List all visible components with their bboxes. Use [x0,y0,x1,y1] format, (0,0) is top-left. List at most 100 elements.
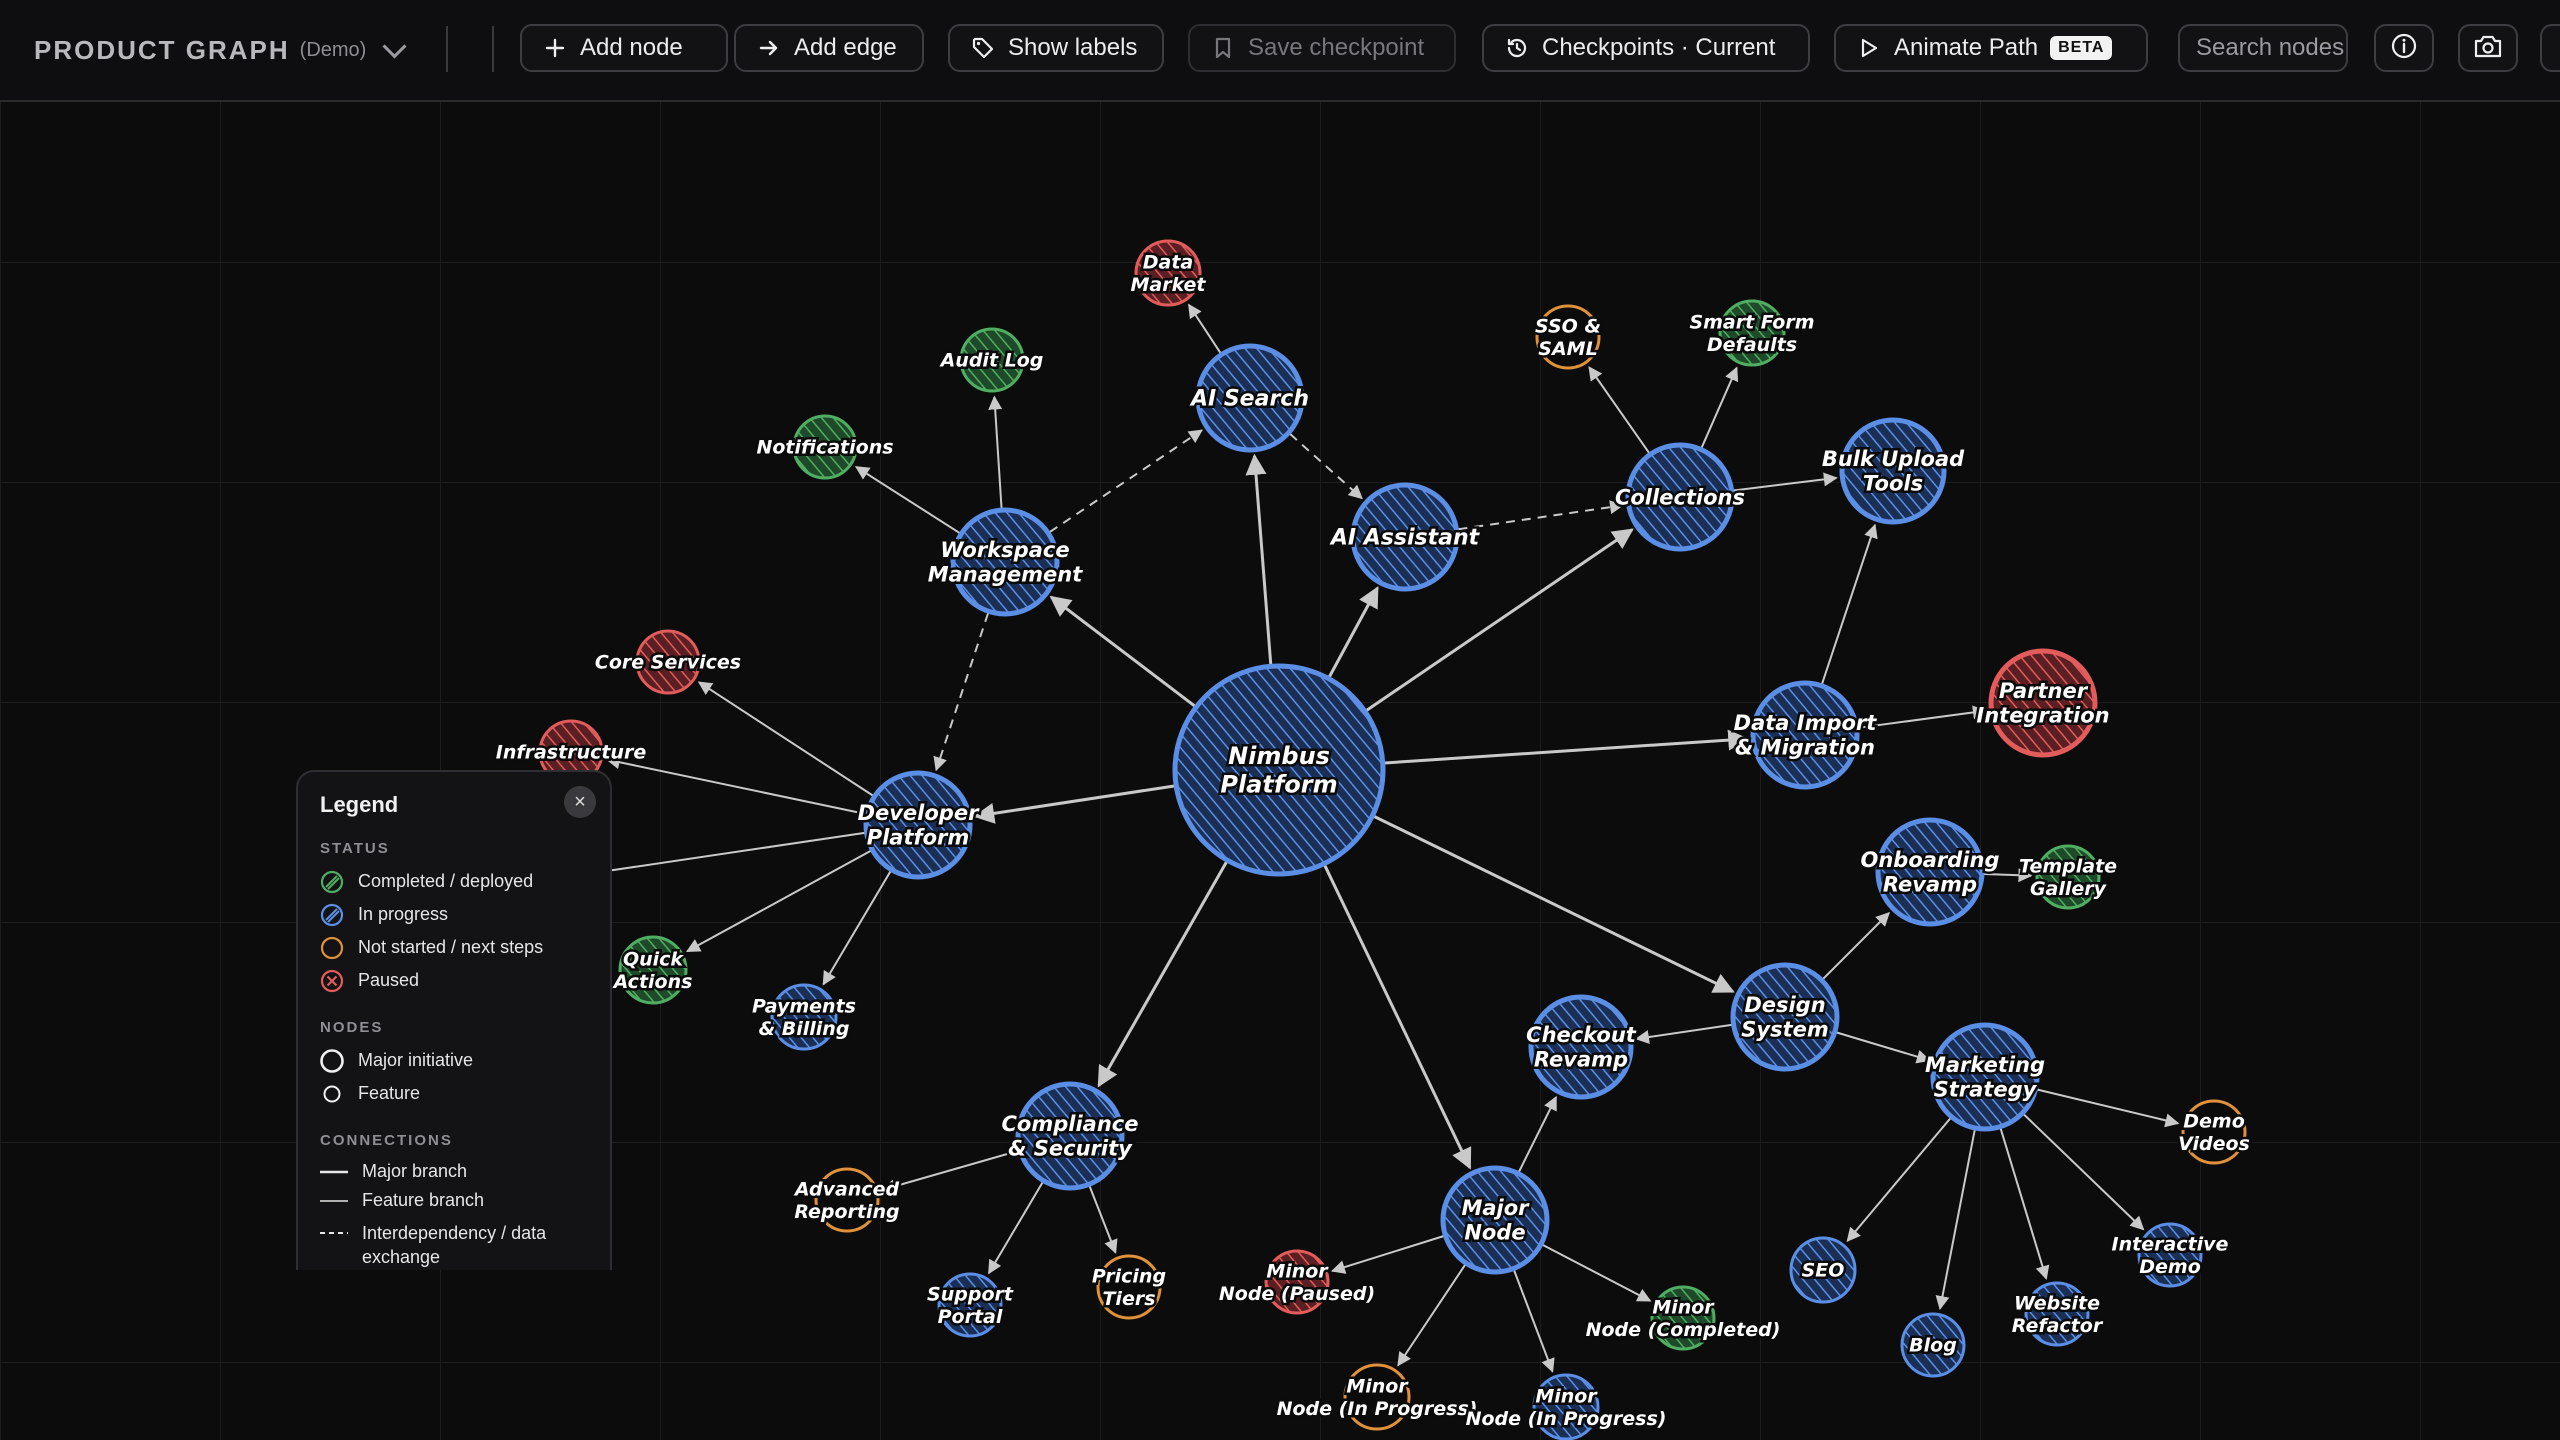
node-label: Interactive [2112,1233,2229,1255]
edge-marketing-to-website[interactable] [1999,1128,2050,1280]
node-minor_paused[interactable]: MinorNode (Paused) [1216,1249,1378,1315]
node-sso[interactable]: SSO &SAML [1532,304,1604,370]
status-not-started-icon [320,936,344,959]
node-design[interactable]: DesignSystem [1730,962,1840,1072]
edge-compliance-to-pricing[interactable] [1088,1185,1118,1254]
edge-developer-to-payments[interactable] [822,870,892,986]
add-node-button[interactable]: Add node [520,24,728,72]
edge-design-to-marketing[interactable] [1836,1031,1931,1064]
edge-developer-to-quick_actions[interactable] [685,850,872,953]
node-workspace[interactable]: WorkspaceManagement [925,507,1086,617]
node-data_market[interactable]: DataMarket [1128,239,1209,307]
edge-compliance-to-support_portal[interactable] [987,1181,1044,1275]
node-label: Market [1130,274,1206,296]
save-checkpoint-label: Save checkpoint [1248,34,1425,61]
edge-major_node-to-minor_ip2[interactable] [1513,1270,1555,1373]
edge-major_node-to-checkout[interactable] [1518,1095,1557,1173]
major-branch-line-icon [320,1170,348,1173]
edge-design-to-onboarding[interactable] [1822,912,1890,980]
node-minor_ip1[interactable]: MinorNode (In Progress) [1274,1363,1480,1431]
legend-not-started: Not started / next steps [320,931,588,964]
node-audit_log[interactable]: Audit Log [936,327,1046,393]
node-label: Node (Completed) [1586,1319,1781,1341]
node-data_import[interactable]: Data Import& Migration [1731,680,1880,790]
save-checkpoint-button[interactable]: Save checkpoint [1188,24,1456,72]
node-advanced_reporting[interactable]: AdvancedReporting [790,1167,902,1233]
node-minor_completed[interactable]: MinorNode (Completed) [1583,1285,1783,1351]
add-edge-button[interactable]: Add edge [734,24,924,72]
node-demo_videos[interactable]: DemoVideos [2176,1099,2252,1165]
edge-workspace-to-ai_search[interactable] [1049,429,1203,533]
node-seo[interactable]: SEO [1789,1236,1857,1304]
node-developer[interactable]: DeveloperPlatform [855,770,983,880]
node-minor_ip2[interactable]: MinorNode (In Progress) [1463,1373,1669,1440]
project-switcher[interactable]: PRODUCT GRAPH (Demo) [34,30,407,70]
node-collections[interactable]: Collections [1612,442,1748,552]
close-icon[interactable]: × [564,786,596,818]
node-payments[interactable]: Payments& Billing [750,983,858,1051]
node-website[interactable]: WebsiteRefactor [2009,1281,2106,1347]
node-notifications[interactable]: Notifications [754,414,896,480]
edge-developer-to-infrastructure[interactable] [605,755,866,815]
edge-nimbus-to-design[interactable] [1373,815,1735,993]
edge-marketing-to-seo[interactable] [1846,1117,1952,1242]
edge-major_node-to-minor_paused[interactable] [1330,1235,1444,1274]
edge-major_node-to-minor_ip1[interactable] [1397,1264,1466,1367]
edge-marketing-to-demo_videos[interactable] [2037,1088,2180,1128]
edge-marketing-to-interactive_demo[interactable] [2023,1113,2145,1231]
animate-path-button[interactable]: Animate Path BETA [1834,24,2148,72]
edge-collections-to-smart_form[interactable] [1700,366,1739,448]
node-onboarding[interactable]: OnboardingRevamp [1858,817,2002,927]
edge-collections-to-bulk_upload[interactable] [1733,472,1838,492]
edge-ai_search-to-ai_assistant[interactable] [1289,433,1363,500]
edge-workspace-to-developer[interactable] [933,612,989,772]
edge-nimbus-to-workspace[interactable] [1049,595,1196,708]
node-blog[interactable]: Blog [1900,1312,1966,1378]
node-compliance[interactable]: Compliance& Security [999,1081,1141,1191]
overflow-button[interactable] [2540,24,2560,72]
node-label: SAML [1538,338,1597,360]
edge-nimbus-to-ai_search[interactable] [1245,453,1273,665]
node-quick_actions[interactable]: QuickActions [609,935,695,1005]
edge-marketing-to-blog[interactable] [1935,1129,1976,1311]
node-label: & Billing [759,1018,850,1040]
node-ai_assistant[interactable]: AI Assistant [1326,482,1483,592]
info-button[interactable] [2374,24,2434,72]
node-core_services[interactable]: Core Services [592,629,744,695]
node-label: Data Import [1734,711,1878,735]
node-interactive_demo[interactable]: InteractiveDemo [2109,1222,2231,1288]
edge-ai_search-to-data_market[interactable] [1188,303,1222,354]
node-pricing[interactable]: PricingTiers [1089,1254,1169,1320]
edge-data_import-to-partner[interactable] [1858,705,1987,729]
node-checkout[interactable]: CheckoutRevamp [1524,994,1639,1100]
edge-nimbus-to-ai_assistant[interactable] [1328,586,1379,678]
node-marketing[interactable]: MarketingStrategy [1922,1022,2048,1132]
edge-nimbus-to-developer[interactable] [973,784,1175,824]
search-input[interactable]: Search nodes [2178,24,2348,72]
edge-ai_assistant-to-collections[interactable] [1458,500,1624,531]
edge-developer-to-core_services[interactable] [697,681,874,797]
edge-design-to-checkout[interactable] [1635,1023,1732,1044]
edge-nimbus-to-data_import[interactable] [1384,729,1750,765]
edge-collections-to-sso[interactable] [1588,366,1650,454]
screenshot-button[interactable] [2458,24,2518,72]
edge-workspace-to-notifications[interactable] [854,466,961,534]
edge-data_import-to-bulk_upload[interactable] [1821,523,1878,685]
node-smart_form[interactable]: Smart FormDefaults [1687,299,1817,367]
node-bulk_upload[interactable]: Bulk UploadTools [1819,417,1968,525]
node-partner[interactable]: PartnerIntegration [1974,648,2112,758]
node-support_portal[interactable]: SupportPortal [925,1272,1016,1338]
edge-nimbus-to-major_node[interactable] [1323,864,1472,1170]
checkpoints-button[interactable]: Checkpoints · Current [1482,24,1810,72]
edge-nimbus-to-compliance[interactable] [1097,861,1228,1088]
node-major_node[interactable]: MajorNode [1440,1165,1550,1275]
edge-workspace-to-audit_log[interactable] [988,395,1003,509]
node-template[interactable]: TemplateGallery [2016,844,2120,910]
node-nimbus[interactable]: NimbusPlatform [1172,663,1386,877]
toolbar-divider [492,26,494,72]
node-label: Tiers [1102,1288,1155,1310]
edge-developer-to-legend_hidden[interactable] [605,831,865,873]
edge-compliance-to-advanced_reporting[interactable] [881,1149,1019,1194]
edge-major_node-to-minor_completed[interactable] [1542,1244,1652,1302]
show-labels-button[interactable]: Show labels [948,24,1164,72]
